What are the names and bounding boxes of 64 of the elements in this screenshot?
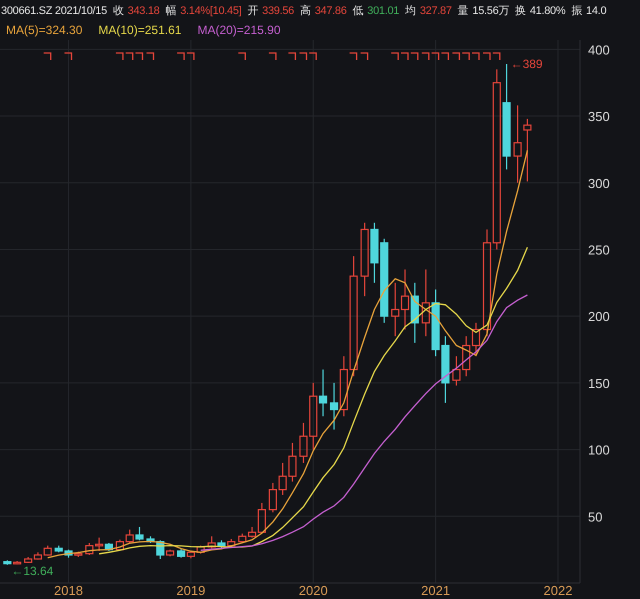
legend-label: MA(20)=215.90: [197, 22, 281, 39]
candlestick: [238, 534, 246, 543]
axis-label: 2022: [544, 583, 572, 598]
field-value: 347.86: [314, 4, 347, 19]
field-label: 换: [515, 4, 526, 19]
field-value: 41.80%: [530, 4, 566, 19]
candlestick: [340, 356, 348, 416]
candlestick: [3, 560, 12, 565]
field-value: 15.56万: [472, 4, 510, 19]
candlestick: [391, 282, 400, 336]
candlestick: [135, 526, 144, 540]
axis-label: 2019: [176, 583, 206, 598]
field-label: 振: [571, 4, 582, 19]
axis-label: 2018: [54, 583, 83, 598]
axis-label: 2020: [298, 583, 328, 598]
candlestick: [13, 560, 22, 564]
candlestick: [523, 118, 532, 182]
field-value: 343.18: [128, 4, 160, 19]
axis-label: 200: [588, 309, 610, 324]
candlestick: [196, 546, 205, 554]
axis-label: 100: [588, 442, 610, 458]
candlestick: [177, 548, 186, 558]
field-value: 327.87: [420, 4, 452, 19]
field-label: 量: [458, 4, 468, 19]
field-value: 301.01: [367, 4, 400, 19]
axis-label: 50: [588, 509, 602, 524]
field-label: 开: [247, 4, 258, 19]
candlestick: [370, 222, 379, 283]
candlestick: [432, 289, 440, 356]
field-label: 均: [405, 4, 416, 19]
field-value: 14.0: [586, 4, 606, 19]
field-label: 高: [300, 4, 311, 19]
candlestick: [472, 322, 480, 356]
legend-label: MA(10)=251.61: [98, 22, 182, 39]
candlestick: [441, 336, 450, 403]
candlestick: [330, 382, 338, 430]
axis-label: 250: [588, 242, 610, 258]
candlestick: [278, 462, 287, 495]
candlestick: [126, 530, 134, 543]
candlestick: [410, 282, 419, 343]
candlestick: [400, 269, 410, 330]
legend-label: MA(5)=324.30: [6, 22, 82, 39]
price-label: ←13.64: [11, 564, 54, 578]
axis-label: 350: [588, 109, 610, 124]
field-value: 339.56: [262, 4, 294, 19]
candlestick: [462, 336, 470, 376]
axis-label: 300: [588, 176, 610, 191]
candlestick: [452, 356, 461, 386]
field-value: 3.14%[10.45]: [180, 4, 242, 19]
candlestick: [288, 442, 297, 482]
field-label: 幅: [166, 4, 176, 19]
candlestick: [85, 542, 94, 555]
field-label: 收: [112, 4, 124, 19]
candlestick: [422, 269, 430, 336]
candlestick: [44, 546, 52, 556]
candlestick: [227, 538, 236, 547]
price-label: ←389: [510, 57, 543, 72]
axis-label: 2021: [421, 583, 450, 598]
axis-label: 150: [588, 376, 610, 391]
candlestick: [116, 540, 124, 550]
field-label: 低: [352, 4, 364, 19]
field-value: 300661.SZ 2021/10/15: [1, 4, 107, 19]
candlestick: [268, 482, 277, 512]
axis-label: 400: [588, 42, 610, 58]
